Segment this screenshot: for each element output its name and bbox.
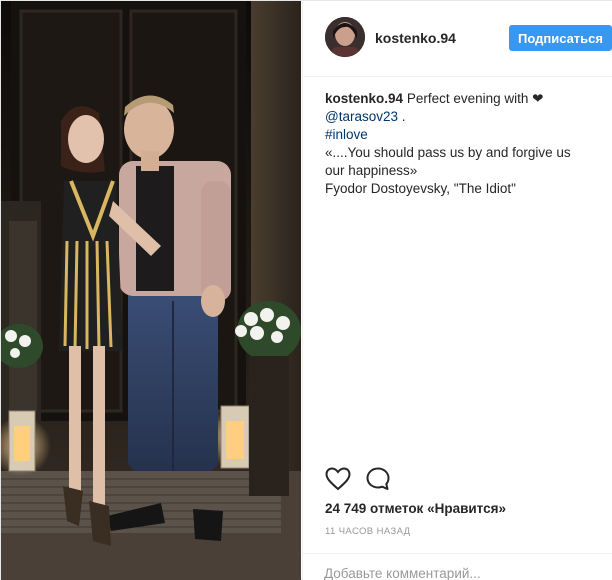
caption-quote-line-2: our happiness» <box>325 163 418 178</box>
follow-button[interactable]: Подписаться <box>509 25 612 51</box>
speech-bubble-icon[interactable] <box>364 465 392 493</box>
heart-emoji: ❤ <box>532 91 544 106</box>
caption-attribution: Fyodor Dostoyevsky, "The Idiot" <box>325 181 516 196</box>
mention-suffix: . <box>398 109 406 124</box>
comment-box <box>303 553 612 580</box>
likes-count[interactable]: 24 749 отметок «Нравится» <box>325 501 506 516</box>
hashtag-link[interactable]: #inlove <box>325 127 368 142</box>
post-actions <box>303 457 612 501</box>
post-sidebar: kostenko.94 Подписаться kostenko.94 Perf… <box>302 1 612 580</box>
post-timestamp[interactable]: 11 ЧАСОВ НАЗАД <box>325 526 411 537</box>
couple-photo-illustration <box>1 1 301 580</box>
caption-quote-line-1: «....You should pass us by and forgive u… <box>325 145 571 160</box>
avatar-image <box>325 17 365 57</box>
caption-mention-line: @tarasov23 . <box>325 108 605 126</box>
username-link[interactable]: kostenko.94 <box>375 30 456 46</box>
post-header: kostenko.94 Подписаться <box>303 1 612 77</box>
avatar[interactable] <box>325 17 365 57</box>
caption-hashtag-line: #inlove <box>325 126 605 144</box>
instagram-post: kostenko.94 Подписаться kostenko.94 Perf… <box>0 0 612 580</box>
caption-first-line: kostenko.94 Perfect evening with ❤ <box>325 90 605 108</box>
caption-username-link[interactable]: kostenko.94 <box>325 91 403 106</box>
comment-input[interactable] <box>324 564 594 580</box>
post-caption: kostenko.94 Perfect evening with ❤ @tara… <box>325 90 605 198</box>
caption-text: Perfect evening with <box>406 91 529 106</box>
heart-outline-icon[interactable] <box>324 465 352 493</box>
post-photo[interactable] <box>1 1 301 580</box>
mention-link[interactable]: @tarasov23 <box>325 109 398 124</box>
